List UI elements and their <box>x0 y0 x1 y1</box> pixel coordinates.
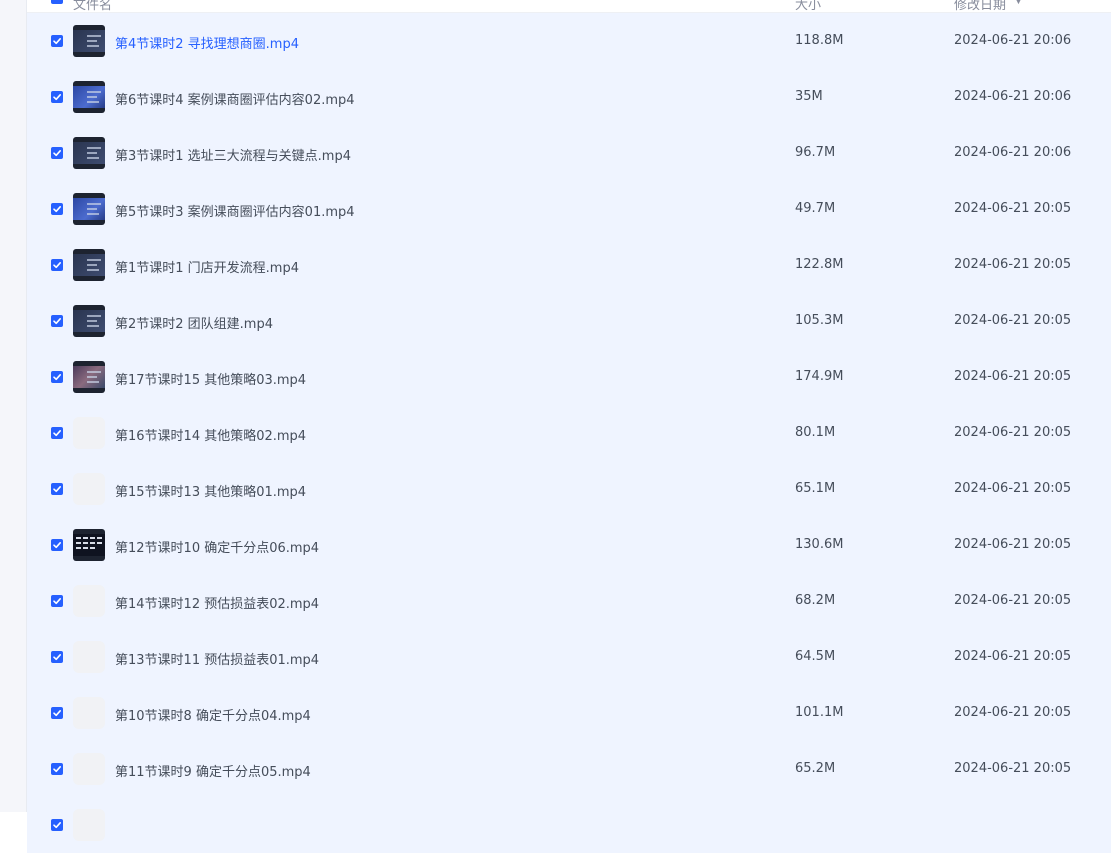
file-modified-date: 2024-06-21 20:05 <box>954 481 1072 496</box>
file-thumbnail-placeholder[interactable] <box>73 473 105 505</box>
file-size: 122.8M <box>795 257 844 272</box>
file-size: 105.3M <box>795 313 844 328</box>
file-size: 68.2M <box>795 593 836 608</box>
file-size: 80.1M <box>795 425 836 440</box>
file-name[interactable]: 第3节课时1 选址三大流程与关键点.mp4 <box>115 145 351 164</box>
file-thumbnail-placeholder[interactable] <box>73 641 105 673</box>
file-size: 65.1M <box>795 481 836 496</box>
file-row[interactable]: 第4节课时2 寻找理想商圈.mp4 118.8M 2024-06-21 20:06 <box>27 13 1111 69</box>
file-row[interactable]: 第10节课时8 确定千分点04.mp4 101.1M 2024-06-21 20:0… <box>27 685 1111 741</box>
file-row[interactable]: 第1节课时1 门店开发流程.mp4 122.8M 2024-06-21 20:05 <box>27 237 1111 293</box>
file-row[interactable]: 第5节课时3 案例课商圈评估内容01.mp4 49.7M 2024-06-21 20… <box>27 181 1111 237</box>
file-size: 130.6M <box>795 537 844 552</box>
file-name[interactable]: 第5节课时3 案例课商圈评估内容01.mp4 <box>115 201 355 220</box>
checkbox-checked-icon[interactable] <box>51 651 63 663</box>
file-name[interactable]: 第1节课时1 门店开发流程.mp4 <box>115 257 299 276</box>
file-modified-date: 2024-06-21 20:06 <box>954 145 1072 160</box>
file-name[interactable]: 第11节课时9 确定千分点05.mp4 <box>115 761 311 780</box>
file-row[interactable]: 第3节课时1 选址三大流程与关键点.mp4 96.7M 2024-06-21 20:… <box>27 125 1111 181</box>
file-modified-date: 2024-06-21 20:05 <box>954 369 1072 384</box>
file-name[interactable]: 第2节课时2 团队组建.mp4 <box>115 313 273 332</box>
file-row[interactable]: 第12节课时10 确定千分点06.mp4 130.6M 2024-06-21 20:… <box>27 517 1111 573</box>
file-thumbnail-placeholder[interactable] <box>73 585 105 617</box>
file-modified-date: 2024-06-21 20:05 <box>954 313 1072 328</box>
file-modified-date: 2024-06-21 20:05 <box>954 537 1072 552</box>
checkbox-checked-icon[interactable] <box>51 371 63 383</box>
file-row[interactable]: 第2节课时2 团队组建.mp4 105.3M 2024-06-21 20:05 <box>27 293 1111 349</box>
file-modified-date: 2024-06-21 20:06 <box>954 89 1072 104</box>
video-thumbnail[interactable] <box>73 137 105 169</box>
file-thumbnail-placeholder[interactable] <box>73 753 105 785</box>
file-name[interactable]: 第16节课时14 其他策略02.mp4 <box>115 425 306 444</box>
file-name[interactable]: 第14节课时12 预估损益表02.mp4 <box>115 593 319 612</box>
file-name[interactable]: 第15节课时13 其他策略01.mp4 <box>115 481 306 500</box>
checkbox-checked-icon[interactable] <box>51 483 63 495</box>
video-thumbnail[interactable] <box>73 361 105 393</box>
file-modified-date: 2024-06-21 20:05 <box>954 705 1072 720</box>
left-sidebar-edge <box>0 0 27 812</box>
video-thumbnail[interactable] <box>73 81 105 113</box>
checkbox-checked-icon[interactable] <box>51 763 63 775</box>
column-header-size[interactable]: 大小 <box>795 0 821 13</box>
file-modified-date: 2024-06-21 20:05 <box>954 761 1072 776</box>
video-thumbnail[interactable] <box>73 305 105 337</box>
video-thumbnail[interactable] <box>73 193 105 225</box>
file-thumbnail-placeholder[interactable] <box>73 809 105 841</box>
file-row[interactable]: 第15节课时13 其他策略01.mp4 65.1M 2024-06-21 20:05 <box>27 461 1111 517</box>
checkbox-checked-icon[interactable] <box>51 707 63 719</box>
video-thumbnail[interactable] <box>73 25 105 57</box>
file-name[interactable]: 第10节课时8 确定千分点04.mp4 <box>115 705 311 724</box>
checkbox-checked-icon[interactable] <box>51 35 63 47</box>
file-row[interactable] <box>27 797 1111 853</box>
file-row[interactable]: 第6节课时4 案例课商圈评估内容02.mp4 35M 2024-06-21 20:0… <box>27 69 1111 125</box>
checkbox-checked-icon[interactable] <box>51 91 63 103</box>
video-thumbnail[interactable] <box>73 529 105 561</box>
file-thumbnail-placeholder[interactable] <box>73 697 105 729</box>
file-size: 96.7M <box>795 145 836 160</box>
checkbox-checked-icon[interactable] <box>51 147 63 159</box>
checkbox-checked-icon[interactable] <box>51 203 63 215</box>
select-all-checkbox[interactable] <box>51 0 63 4</box>
file-modified-date: 2024-06-21 20:05 <box>954 201 1072 216</box>
file-name[interactable]: 第17节课时15 其他策略03.mp4 <box>115 369 306 388</box>
checkbox-checked-icon[interactable] <box>51 819 63 831</box>
video-thumbnail[interactable] <box>73 249 105 281</box>
file-size: 49.7M <box>795 201 836 216</box>
file-row[interactable]: 第16节课时14 其他策略02.mp4 80.1M 2024-06-21 20:05 <box>27 405 1111 461</box>
checkbox-checked-icon[interactable] <box>51 595 63 607</box>
file-list-header: 文件名 大小 修改日期 ▼ <box>27 0 1111 13</box>
file-size: 174.9M <box>795 369 844 384</box>
sort-desc-icon[interactable]: ▼ <box>1015 0 1022 6</box>
checkbox-checked-icon[interactable] <box>51 427 63 439</box>
file-size: 65.2M <box>795 761 836 776</box>
file-row[interactable]: 第13节课时11 预估损益表01.mp4 64.5M 2024-06-21 20:0… <box>27 629 1111 685</box>
file-row[interactable]: 第14节课时12 预估损益表02.mp4 68.2M 2024-06-21 20:0… <box>27 573 1111 629</box>
checkbox-checked-icon[interactable] <box>51 315 63 327</box>
checkbox-checked-icon[interactable] <box>51 259 63 271</box>
file-list: 第4节课时2 寻找理想商圈.mp4 118.8M 2024-06-21 20:06 第… <box>27 13 1111 853</box>
file-modified-date: 2024-06-21 20:05 <box>954 425 1072 440</box>
file-name[interactable]: 第13节课时11 预估损益表01.mp4 <box>115 649 319 668</box>
file-name[interactable]: 第4节课时2 寻找理想商圈.mp4 <box>115 33 299 52</box>
checkbox-checked-icon[interactable] <box>51 539 63 551</box>
file-size: 35M <box>795 89 823 104</box>
file-modified-date: 2024-06-21 20:05 <box>954 649 1072 664</box>
file-row[interactable]: 第11节课时9 确定千分点05.mp4 65.2M 2024-06-21 20:05 <box>27 741 1111 797</box>
file-row[interactable]: 第17节课时15 其他策略03.mp4 174.9M 2024-06-21 20:0… <box>27 349 1111 405</box>
column-header-date[interactable]: 修改日期 <box>954 0 1006 13</box>
file-modified-date: 2024-06-21 20:05 <box>954 593 1072 608</box>
file-size: 118.8M <box>795 33 844 48</box>
file-name[interactable]: 第6节课时4 案例课商圈评估内容02.mp4 <box>115 89 355 108</box>
file-size: 64.5M <box>795 649 836 664</box>
file-name[interactable]: 第12节课时10 确定千分点06.mp4 <box>115 537 319 556</box>
column-header-name[interactable]: 文件名 <box>73 0 112 13</box>
file-modified-date: 2024-06-21 20:05 <box>954 257 1072 272</box>
file-thumbnail-placeholder[interactable] <box>73 417 105 449</box>
file-modified-date: 2024-06-21 20:06 <box>954 33 1072 48</box>
file-size: 101.1M <box>795 705 844 720</box>
